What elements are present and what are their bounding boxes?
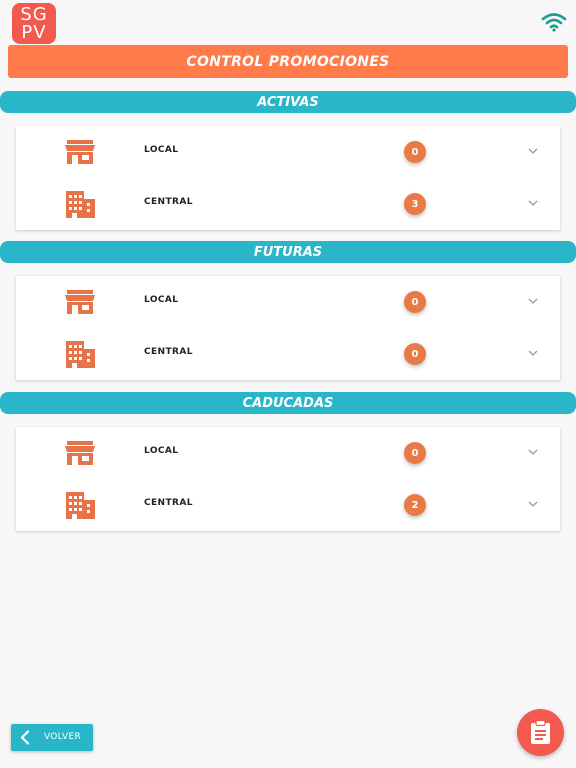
section-header-caducadas: CADUCADAS [0,392,576,414]
count-badge: 3 [404,193,426,215]
chevron-down-icon[interactable] [528,297,538,305]
row-label: LOCAL [144,295,179,305]
building-icon [66,191,95,218]
wifi-icon [541,13,567,32]
section-card-futuras: LOCAL 0 CENTRAL 0 [16,276,560,380]
row-label: LOCAL [144,446,179,456]
clipboard-icon [531,720,550,744]
logo-text-line2: PV [21,21,47,43]
list-item-local[interactable]: LOCAL 0 [16,126,560,178]
count-badge: 0 [404,442,426,464]
chevron-down-icon[interactable] [528,199,538,207]
section-card-caducadas: LOCAL 0 CENTRAL 2 [16,427,560,531]
store-icon [65,290,95,314]
list-item-local[interactable]: LOCAL 0 [16,276,560,328]
row-label: LOCAL [144,145,179,155]
section-card-activas: LOCAL 0 CENTRAL 3 [16,126,560,230]
section-header-activas: ACTIVAS [0,91,576,113]
row-label: CENTRAL [144,498,193,508]
clipboard-fab-button[interactable] [517,709,564,756]
store-icon [65,441,95,465]
app-logo: SG PV [12,3,56,44]
chevron-down-icon[interactable] [528,448,538,456]
page-title: CONTROL PROMOCIONES [8,45,568,78]
count-badge: 2 [404,494,426,516]
building-icon [66,492,95,519]
row-label: CENTRAL [144,197,193,207]
list-item-central[interactable]: CENTRAL 2 [16,479,560,531]
back-button[interactable]: VOLVER [11,724,93,751]
logo-text-line1: SG [20,3,48,25]
section-header-futuras: FUTURAS [0,241,576,263]
list-item-local[interactable]: LOCAL 0 [16,427,560,479]
chevron-down-icon[interactable] [528,500,538,508]
back-button-label: VOLVER [44,732,82,742]
count-badge: 0 [404,343,426,365]
chevron-left-icon [20,730,30,745]
chevron-down-icon[interactable] [528,349,538,357]
chevron-down-icon[interactable] [528,147,538,155]
list-item-central[interactable]: CENTRAL 3 [16,178,560,230]
row-label: CENTRAL [144,347,193,357]
building-icon [66,341,95,368]
list-item-central[interactable]: CENTRAL 0 [16,328,560,380]
count-badge: 0 [404,291,426,313]
count-badge: 0 [404,141,426,163]
store-icon [65,140,95,164]
